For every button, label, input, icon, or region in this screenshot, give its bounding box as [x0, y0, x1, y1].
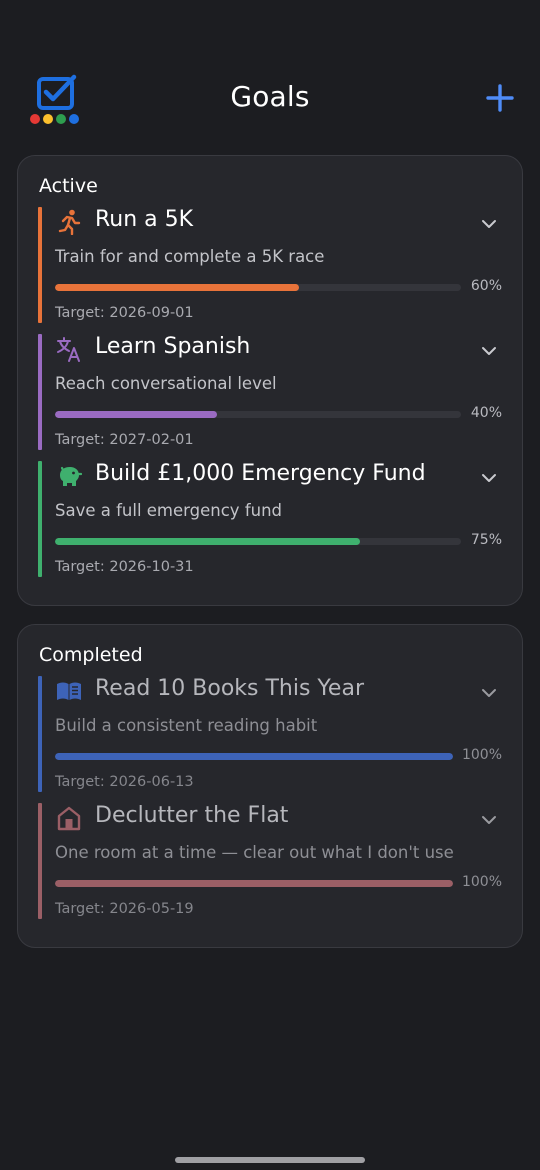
goal-target-date: Target: 2026-10-31	[55, 559, 194, 575]
page-title: Goals	[230, 80, 310, 113]
goal-progress-bar	[55, 880, 453, 887]
goal-progress-percent: 75%	[470, 532, 502, 548]
running-icon	[58, 209, 81, 235]
home-indicator[interactable]	[175, 1157, 365, 1163]
chevron-down-icon[interactable]	[480, 811, 498, 829]
goal-card[interactable]: Learn Spanish Reach conversational level…	[38, 334, 508, 452]
goal-title: Run a 5K	[95, 207, 194, 232]
goal-color-stripe	[38, 334, 42, 450]
section-title-active: Active	[39, 175, 98, 197]
goal-color-stripe	[38, 676, 42, 792]
book-icon	[57, 682, 81, 700]
goal-card[interactable]: Run a 5K Train for and complete a 5K rac…	[38, 207, 508, 325]
goal-color-stripe	[38, 207, 42, 323]
goal-color-stripe	[38, 461, 42, 577]
completed-goals-section: Completed Read 10 Books This Year Build …	[17, 624, 523, 948]
home-icon	[57, 806, 81, 831]
piggy-bank-icon	[60, 466, 82, 486]
goal-progress-fill	[55, 411, 218, 418]
goal-progress-percent: 100%	[461, 874, 502, 890]
goal-description: Train for and complete a 5K race	[55, 247, 325, 266]
goal-description: Build a consistent reading habit	[55, 716, 318, 735]
section-title-completed: Completed	[39, 644, 143, 666]
goal-target-date: Target: 2026-06-13	[55, 774, 194, 790]
goal-progress-percent: 60%	[470, 278, 502, 294]
goal-progress-bar	[55, 753, 453, 760]
chevron-down-icon[interactable]	[480, 342, 498, 360]
goal-progress-bar	[55, 411, 461, 418]
chevron-down-icon[interactable]	[480, 215, 498, 233]
goal-title: Declutter the Flat	[95, 803, 289, 828]
goal-progress-percent: 40%	[470, 405, 502, 421]
goal-card[interactable]: Build £1,000 Emergency Fund Save a full …	[38, 461, 508, 579]
chevron-down-icon[interactable]	[480, 469, 498, 487]
add-goal-button[interactable]	[484, 82, 516, 114]
goal-target-date: Target: 2026-05-19	[55, 901, 194, 917]
goal-card[interactable]: Read 10 Books This Year Build a consiste…	[38, 676, 508, 794]
goal-target-date: Target: 2026-09-01	[55, 305, 194, 321]
goal-target-date: Target: 2027-02-01	[55, 432, 194, 448]
translate-icon	[57, 337, 80, 362]
goal-description: Save a full emergency fund	[55, 501, 283, 520]
goal-progress-fill	[55, 880, 453, 887]
goal-title: Build £1,000 Emergency Fund	[95, 461, 426, 486]
app-header: Goals	[0, 70, 540, 126]
goal-progress-fill	[55, 753, 453, 760]
plus-icon	[486, 84, 514, 112]
active-goals-section: Active Run a 5K Train for and complete a…	[17, 155, 523, 606]
goal-progress-percent: 100%	[461, 747, 502, 763]
chevron-down-icon[interactable]	[480, 684, 498, 702]
goal-title: Learn Spanish	[95, 334, 251, 359]
goal-title: Read 10 Books This Year	[95, 676, 364, 701]
goal-description: One room at a time — clear out what I do…	[55, 843, 454, 862]
goal-progress-bar	[55, 284, 461, 291]
goal-description: Reach conversational level	[55, 374, 277, 393]
goal-progress-fill	[55, 284, 299, 291]
goal-card[interactable]: Declutter the Flat One room at a time — …	[38, 803, 508, 921]
goal-progress-fill	[55, 538, 360, 545]
goals-screen: Goals Active Run a 5K Train for and comp…	[0, 0, 540, 1170]
goal-progress-bar	[55, 538, 461, 545]
goal-color-stripe	[38, 803, 42, 919]
